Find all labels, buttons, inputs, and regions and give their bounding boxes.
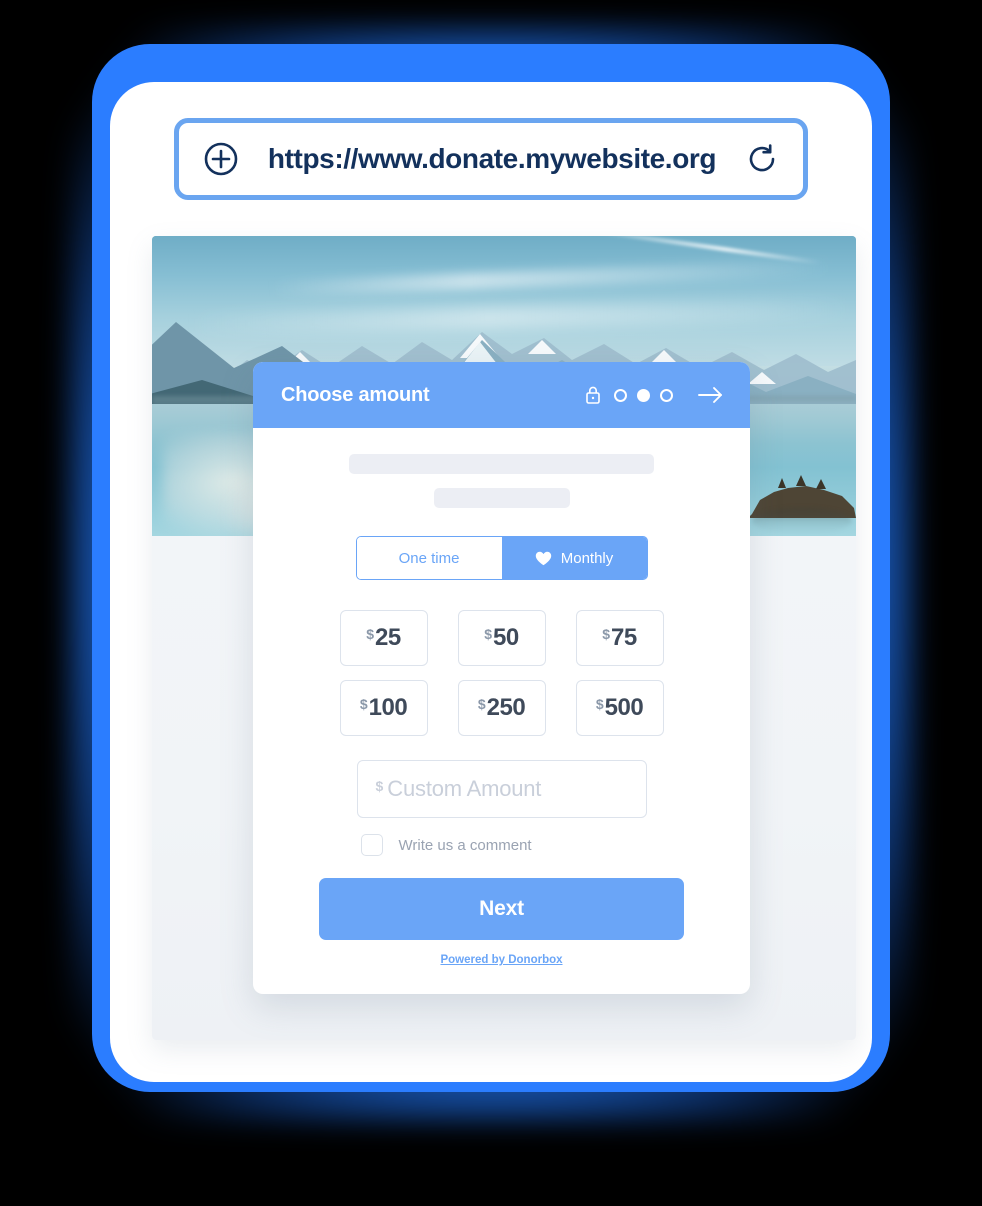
placeholder-bar-narrow — [433, 488, 570, 508]
heart-icon — [535, 551, 552, 566]
url-text[interactable]: https://www.donate.mywebsite.org — [239, 143, 745, 175]
currency-symbol: $ — [602, 626, 611, 642]
currency-symbol: $ — [477, 696, 486, 712]
comment-label: Write us a comment — [398, 836, 532, 854]
amount-value: 500 — [604, 694, 644, 721]
amount-value: 50 — [493, 624, 519, 651]
placeholder-bar-wide — [349, 454, 654, 474]
reload-icon[interactable] — [745, 142, 779, 176]
screenshot-stage: https://www.donate.mywebsite.org Choose … — [0, 0, 982, 1206]
currency-symbol: $ — [366, 626, 375, 642]
hero-island-reflection — [752, 508, 852, 534]
currency-symbol: $ — [375, 778, 384, 794]
website-page: Choose amount One time Monthly $ 25 $ 50… — [152, 236, 856, 1040]
frequency-option-monthly-label: Monthly — [560, 549, 614, 567]
step-dots — [614, 388, 673, 402]
frequency-toggle: One time Monthly — [355, 536, 648, 580]
powered-by-link[interactable]: Powered by Donorbox — [297, 954, 706, 976]
modal-title: Choose amount — [281, 383, 430, 406]
amount-button-500[interactable]: $ 500 — [575, 680, 664, 736]
amount-value: 100 — [368, 694, 408, 721]
padlock-icon — [585, 386, 601, 404]
amount-value: 250 — [486, 694, 526, 721]
amount-button-250[interactable]: $ 250 — [457, 680, 546, 736]
modal-header-icons — [585, 386, 724, 404]
comment-checkbox[interactable] — [360, 834, 383, 856]
frequency-option-one-time[interactable]: One time — [356, 537, 502, 579]
step-dot-2[interactable] — [637, 388, 650, 402]
custom-amount-placeholder: Custom Amount — [387, 776, 542, 801]
step-dot-1[interactable] — [614, 388, 627, 402]
currency-symbol: $ — [359, 696, 368, 712]
currency-symbol: $ — [484, 626, 493, 642]
next-button[interactable]: Next — [319, 878, 684, 940]
frequency-option-monthly[interactable]: Monthly — [501, 537, 647, 579]
amount-value: 75 — [611, 624, 637, 651]
modal-body: One time Monthly $ 25 $ 50 $ 75 $ 100 $ … — [253, 428, 750, 994]
url-bar[interactable]: https://www.donate.mywebsite.org — [174, 118, 808, 200]
amount-value: 25 — [375, 624, 401, 651]
arrow-right-icon[interactable] — [698, 386, 724, 404]
modal-header: Choose amount — [253, 362, 750, 428]
step-dot-3[interactable] — [660, 388, 673, 402]
content-placeholder-group — [297, 454, 706, 508]
comment-row[interactable]: Write us a comment — [357, 834, 647, 856]
donation-modal: Choose amount One time Monthly $ 25 $ 50… — [253, 362, 750, 994]
frequency-option-one-time-label: One time — [398, 549, 460, 567]
amount-button-25[interactable]: $ 25 — [339, 610, 428, 666]
amount-options-grid: $ 25 $ 50 $ 75 $ 100 $ 250 $ 500 — [297, 610, 706, 736]
custom-amount-input[interactable]: $ Custom Amount — [356, 760, 647, 818]
amount-button-100[interactable]: $ 100 — [339, 680, 428, 736]
amount-button-50[interactable]: $ 50 — [457, 610, 546, 666]
amount-button-75[interactable]: $ 75 — [575, 610, 664, 666]
currency-symbol: $ — [595, 696, 604, 712]
browser-window: https://www.donate.mywebsite.org Choose … — [110, 82, 872, 1082]
plus-circle-icon[interactable] — [203, 141, 239, 177]
